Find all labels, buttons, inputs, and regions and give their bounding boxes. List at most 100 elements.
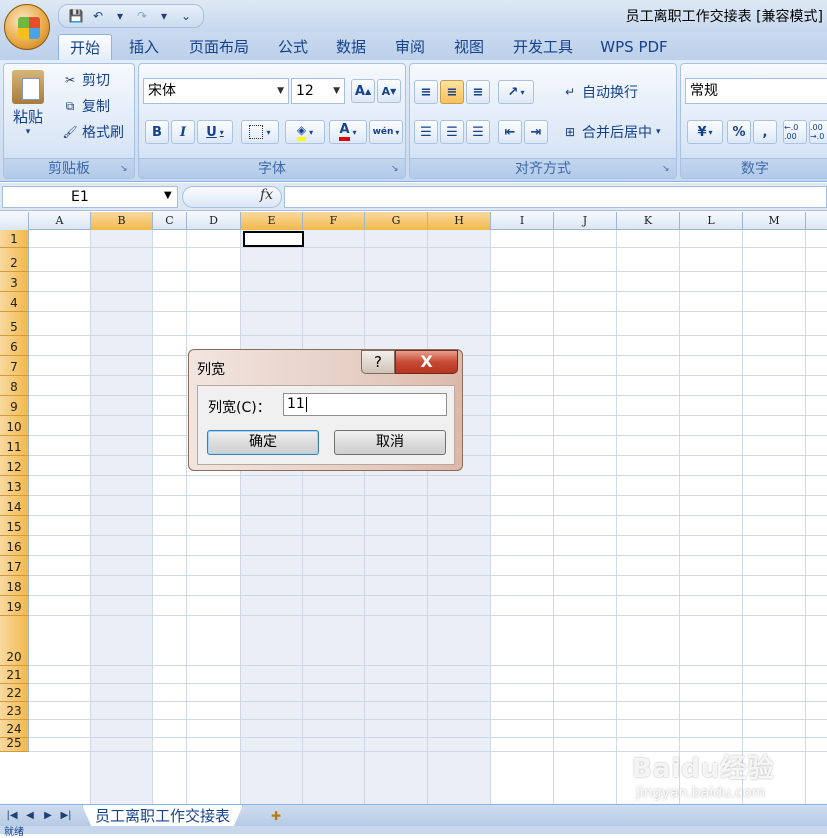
grow-font-button[interactable]: A ▲ bbox=[351, 79, 375, 103]
column-header-B[interactable]: B bbox=[91, 212, 153, 230]
row-header[interactable]: 1 bbox=[0, 230, 29, 248]
dropdown-icon[interactable]: ▾ bbox=[111, 7, 129, 25]
tab-data[interactable]: 数据 bbox=[328, 34, 374, 60]
column-header-L[interactable]: L bbox=[680, 212, 743, 230]
italic-button[interactable]: I bbox=[171, 120, 195, 144]
wrap-text-button[interactable]: ↵ 自动换行 bbox=[562, 82, 638, 102]
bold-button[interactable]: B bbox=[145, 120, 169, 144]
ok-button[interactable]: 确定 bbox=[207, 430, 319, 455]
row-header[interactable]: 9 bbox=[0, 396, 29, 416]
tab-page-layout[interactable]: 页面布局 bbox=[182, 34, 256, 60]
fill-color-button[interactable]: ◈ ▾ bbox=[285, 120, 325, 144]
row-header[interactable]: 14 bbox=[0, 496, 29, 516]
row-header[interactable]: 2 bbox=[0, 248, 29, 272]
row-header[interactable]: 5 bbox=[0, 312, 29, 336]
align-right-icon[interactable]: ☰ bbox=[466, 120, 490, 144]
align-center-icon[interactable]: ☰ bbox=[440, 120, 464, 144]
row-header[interactable]: 8 bbox=[0, 376, 29, 396]
cut-button[interactable]: ✂ 剪切 bbox=[62, 70, 110, 90]
close-icon[interactable]: X bbox=[395, 350, 458, 374]
first-sheet-icon[interactable]: |◀ bbox=[4, 808, 20, 824]
dialog-launcher-icon[interactable]: ↘ bbox=[120, 164, 130, 174]
formula-input[interactable] bbox=[284, 186, 827, 208]
customize-icon[interactable]: ⌄ bbox=[177, 7, 195, 25]
dropdown-icon[interactable]: ▾ bbox=[155, 7, 173, 25]
currency-icon[interactable]: ¥ ▾ bbox=[687, 120, 723, 144]
row-header[interactable]: 16 bbox=[0, 536, 29, 556]
row-header[interactable]: 22 bbox=[0, 684, 29, 702]
row-header[interactable]: 10 bbox=[0, 416, 29, 436]
borders-button[interactable]: ▾ bbox=[241, 120, 279, 144]
row-header[interactable]: 25 bbox=[0, 736, 29, 752]
row-header[interactable]: 6 bbox=[0, 336, 29, 356]
insert-sheet-icon[interactable]: ✚ bbox=[262, 807, 290, 825]
column-header-A[interactable]: A bbox=[29, 212, 91, 230]
column-header-J[interactable]: J bbox=[554, 212, 617, 230]
tab-developer[interactable]: 开发工具 bbox=[506, 34, 580, 60]
row-header[interactable]: 3 bbox=[0, 272, 29, 292]
tab-view[interactable]: 视图 bbox=[446, 34, 492, 60]
decrease-decimal-button[interactable]: .00 →.0 bbox=[809, 120, 827, 144]
increase-decimal-button[interactable]: ←.0 .00 bbox=[783, 120, 807, 144]
row-header[interactable]: 20 bbox=[0, 616, 29, 666]
row-header[interactable]: 13 bbox=[0, 476, 29, 496]
row-header[interactable]: 4 bbox=[0, 292, 29, 312]
font-color-button[interactable]: A ▾ bbox=[329, 120, 367, 144]
worksheet-grid[interactable]: 1 2 3 4 5 6 7 8 9 10 11 12 13 14 15 16 17 18 19 20 21 22 23 24 2… bbox=[0, 212, 827, 804]
last-sheet-icon[interactable]: ▶| bbox=[58, 808, 74, 824]
row-header[interactable]: 21 bbox=[0, 666, 29, 684]
merge-center-button[interactable]: ⊞ 合并后居中 ▾ bbox=[562, 122, 661, 142]
prev-sheet-icon[interactable]: ◀ bbox=[22, 808, 38, 824]
column-header-H[interactable]: H bbox=[428, 212, 491, 230]
align-left-icon[interactable]: ☰ bbox=[414, 120, 438, 144]
function-icon[interactable]: fx bbox=[260, 187, 273, 203]
column-width-input[interactable]: 11 bbox=[283, 393, 447, 416]
font-name-combo[interactable]: 宋体 ▼ bbox=[143, 78, 289, 104]
row-header[interactable]: 15 bbox=[0, 516, 29, 536]
tab-insert[interactable]: 插入 bbox=[120, 34, 168, 60]
paste-button[interactable]: 粘贴 ▾ bbox=[12, 70, 44, 137]
row-header[interactable]: 19 bbox=[0, 596, 29, 616]
phonetic-button[interactable]: wén ▾ bbox=[369, 120, 403, 144]
number-format-combo[interactable]: 常规 bbox=[685, 78, 827, 104]
office-button[interactable] bbox=[4, 4, 50, 50]
underline-button[interactable]: U ▾ bbox=[197, 120, 233, 144]
orientation-icon[interactable]: ↗ ▾ bbox=[498, 80, 534, 104]
column-header-D[interactable]: D bbox=[187, 212, 241, 230]
undo-icon[interactable]: ↶ bbox=[89, 7, 107, 25]
cancel-button[interactable]: 取消 bbox=[334, 430, 446, 455]
row-header[interactable]: 17 bbox=[0, 556, 29, 576]
chevron-down-icon[interactable]: ▼ bbox=[164, 190, 172, 201]
name-box[interactable]: E1 bbox=[2, 186, 178, 208]
font-size-combo[interactable]: 12 ▼ bbox=[291, 78, 345, 104]
row-header[interactable]: 11 bbox=[0, 436, 29, 456]
increase-indent-icon[interactable]: ⇥ bbox=[524, 120, 548, 144]
column-header-F[interactable]: F bbox=[303, 212, 365, 230]
row-header[interactable]: 12 bbox=[0, 456, 29, 476]
column-header-C[interactable]: C bbox=[153, 212, 187, 230]
comma-button[interactable]: , bbox=[753, 120, 777, 144]
active-cell[interactable] bbox=[243, 231, 304, 247]
redo-icon[interactable]: ↷ bbox=[133, 7, 151, 25]
row-header[interactable]: 18 bbox=[0, 576, 29, 596]
dialog-launcher-icon[interactable]: ↘ bbox=[662, 164, 672, 174]
align-top-icon[interactable]: ≡ bbox=[414, 80, 438, 104]
tab-home[interactable]: 开始 bbox=[58, 34, 112, 60]
row-header[interactable]: 7 bbox=[0, 356, 29, 376]
format-painter-button[interactable]: 🖌 格式刷 bbox=[62, 122, 124, 142]
column-header-E[interactable]: E bbox=[241, 212, 303, 230]
column-header-I[interactable]: I bbox=[491, 212, 554, 230]
shrink-font-button[interactable]: A ▼ bbox=[377, 79, 401, 103]
tab-review[interactable]: 审阅 bbox=[387, 34, 433, 60]
select-all-corner[interactable] bbox=[0, 212, 29, 230]
dialog-launcher-icon[interactable]: ↘ bbox=[391, 164, 401, 174]
align-bottom-icon[interactable]: ≡ bbox=[466, 80, 490, 104]
row-header[interactable]: 23 bbox=[0, 702, 29, 720]
column-header-K[interactable]: K bbox=[617, 212, 680, 230]
copy-button[interactable]: ⧉ 复制 bbox=[62, 96, 110, 116]
align-middle-icon[interactable]: ≡ bbox=[440, 80, 464, 104]
tab-formulas[interactable]: 公式 bbox=[270, 34, 316, 60]
tab-wps-pdf[interactable]: WPS PDF bbox=[596, 34, 672, 60]
save-icon[interactable]: 💾 bbox=[67, 7, 85, 25]
column-header-M[interactable]: M bbox=[743, 212, 806, 230]
